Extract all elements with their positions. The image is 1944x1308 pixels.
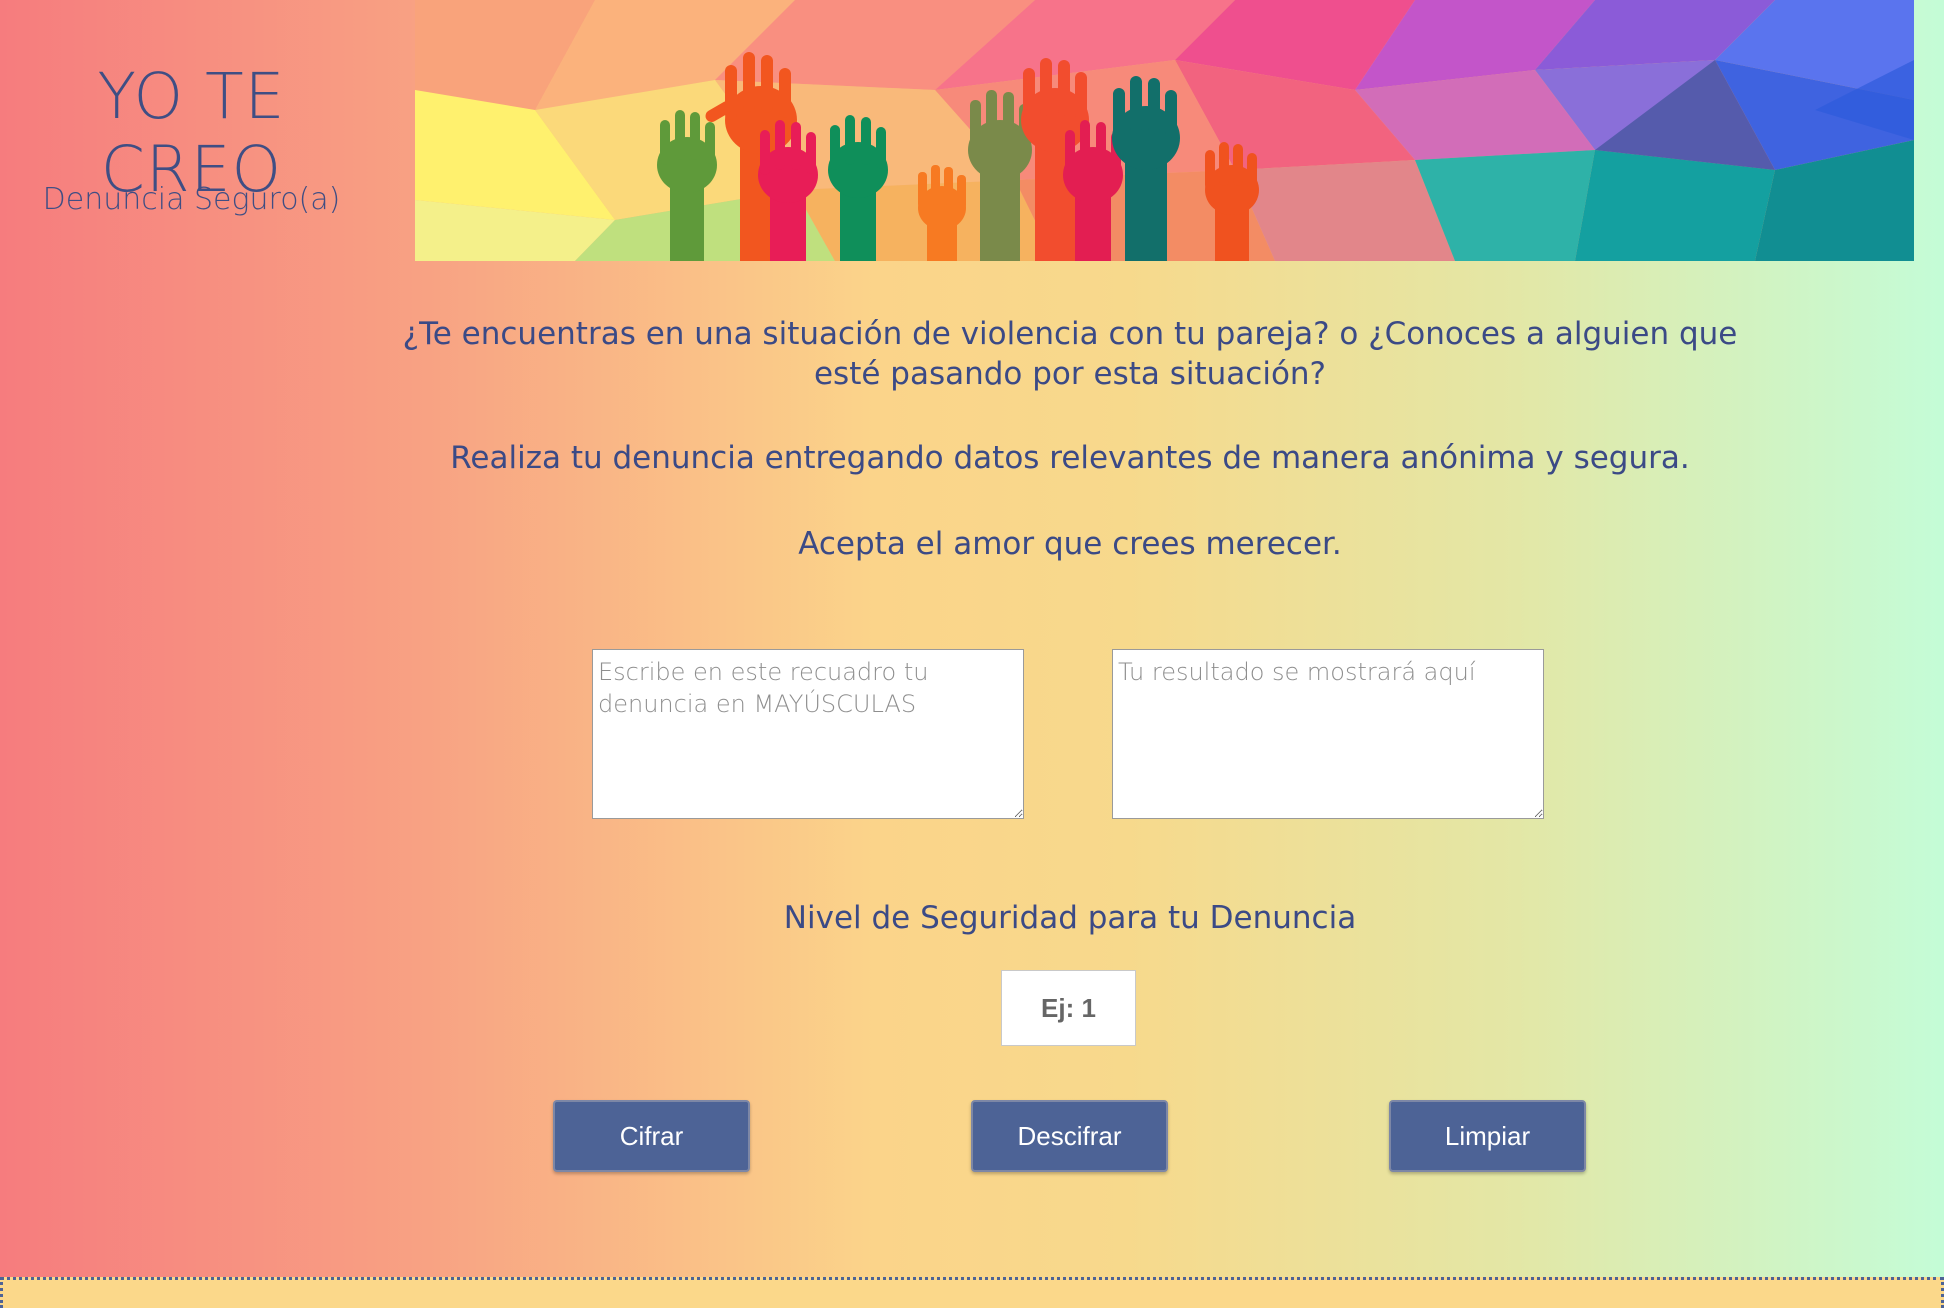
intro-report-text: Realiza tu denuncia entregando datos rel… <box>450 440 1690 476</box>
cipher-button[interactable]: Cifrar <box>553 1100 750 1172</box>
site-subtitle: Denuncia Seguro(a) <box>42 182 341 217</box>
complaint-input[interactable] <box>592 649 1024 819</box>
footer-bar <box>0 1277 1944 1308</box>
raised-hands-banner <box>415 0 1914 261</box>
security-level-label: Nivel de Seguridad para tu Denuncia <box>783 900 1357 936</box>
intro-question: ¿Te encuentras en una situación de viole… <box>402 316 1738 392</box>
result-output[interactable] <box>1112 649 1544 819</box>
intro-accept-text: Acepta el amor que crees merecer. <box>798 526 1342 562</box>
decipher-button[interactable]: Descifrar <box>971 1100 1168 1172</box>
clear-button[interactable]: Limpiar <box>1389 1100 1586 1172</box>
security-level-input[interactable] <box>1001 970 1136 1046</box>
